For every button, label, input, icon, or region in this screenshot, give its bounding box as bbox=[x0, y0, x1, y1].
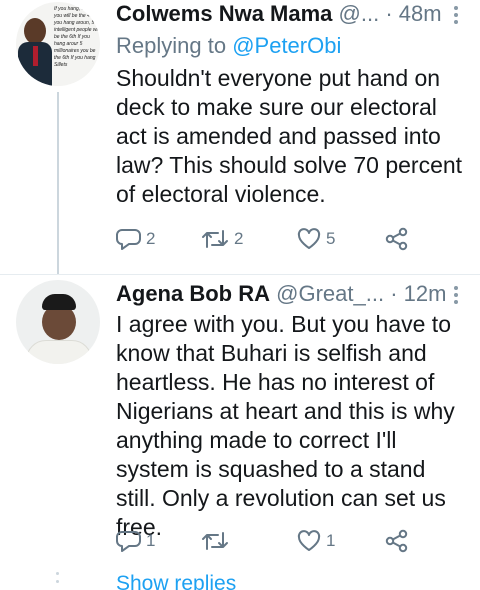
avatar-person-head bbox=[24, 18, 46, 44]
reply-button[interactable]: 1 bbox=[116, 526, 155, 556]
avatar-quote-text: If you hang, confident you will be the 4… bbox=[54, 6, 100, 68]
reply-button[interactable]: 2 bbox=[116, 224, 155, 254]
retweet-button[interactable]: 2 bbox=[200, 224, 243, 254]
reply-count: 1 bbox=[146, 531, 156, 550]
like-count: 1 bbox=[326, 531, 336, 550]
share-icon bbox=[384, 529, 410, 553]
share-button[interactable] bbox=[384, 526, 410, 556]
retweet-count: 2 bbox=[234, 229, 244, 248]
like-icon bbox=[296, 529, 322, 553]
tweet-header: Colwems Nwa Mama @... · 48m bbox=[116, 0, 466, 28]
avatar[interactable]: If you hang, confident you will be the 4… bbox=[16, 2, 100, 86]
user-handle[interactable]: @... bbox=[339, 1, 380, 26]
timestamp[interactable]: 12m bbox=[404, 281, 447, 306]
display-name[interactable]: Colwems Nwa Mama bbox=[116, 1, 332, 26]
like-button[interactable]: 5 bbox=[296, 224, 335, 254]
share-button[interactable] bbox=[384, 224, 410, 254]
show-replies-link[interactable]: Show replies bbox=[116, 570, 236, 590]
retweet-icon bbox=[200, 227, 230, 251]
thread-dots bbox=[56, 572, 60, 588]
like-count: 5 bbox=[326, 229, 336, 248]
avatar-person-body bbox=[26, 340, 92, 364]
replying-to: Replying to @PeterObi bbox=[116, 32, 341, 60]
avatar-cap bbox=[42, 294, 76, 310]
share-icon bbox=[384, 227, 410, 251]
tweet-text: I agree with you. But you have to know t… bbox=[116, 311, 455, 540]
avatar[interactable] bbox=[16, 280, 100, 364]
more-icon[interactable] bbox=[454, 6, 458, 24]
tweet-header: Agena Bob RA @Great_... · 12m bbox=[116, 280, 466, 308]
display-name[interactable]: Agena Bob RA bbox=[116, 281, 270, 306]
replying-to-handle[interactable]: @PeterObi bbox=[232, 33, 341, 58]
tweet[interactable]: If you hang, confident you will be the 4… bbox=[0, 0, 480, 274]
thread-line bbox=[57, 92, 59, 274]
timestamp[interactable]: 48m bbox=[399, 1, 442, 26]
like-icon bbox=[296, 227, 322, 251]
retweet-icon bbox=[200, 529, 230, 553]
avatar-tie bbox=[33, 46, 38, 66]
user-handle[interactable]: @Great_... bbox=[276, 281, 384, 306]
separator-dot: · bbox=[385, 1, 393, 26]
separator-dot: · bbox=[390, 281, 398, 306]
like-button[interactable]: 1 bbox=[296, 526, 335, 556]
retweet-button[interactable] bbox=[200, 526, 234, 556]
tweet-text: Shouldn't everyone put hand on deck to m… bbox=[116, 65, 463, 207]
replying-to-label: Replying to bbox=[116, 33, 227, 58]
more-icon[interactable] bbox=[454, 286, 458, 304]
tweet-actions: 2 2 5 bbox=[116, 224, 466, 254]
tweet-actions: 1 1 bbox=[116, 526, 466, 556]
tweet[interactable]: Agena Bob RA @Great_... · 12m I agree wi… bbox=[0, 276, 480, 566]
reply-count: 2 bbox=[146, 229, 156, 248]
reply-icon bbox=[116, 227, 142, 251]
reply-icon bbox=[116, 529, 142, 553]
tweet-divider bbox=[0, 274, 480, 275]
